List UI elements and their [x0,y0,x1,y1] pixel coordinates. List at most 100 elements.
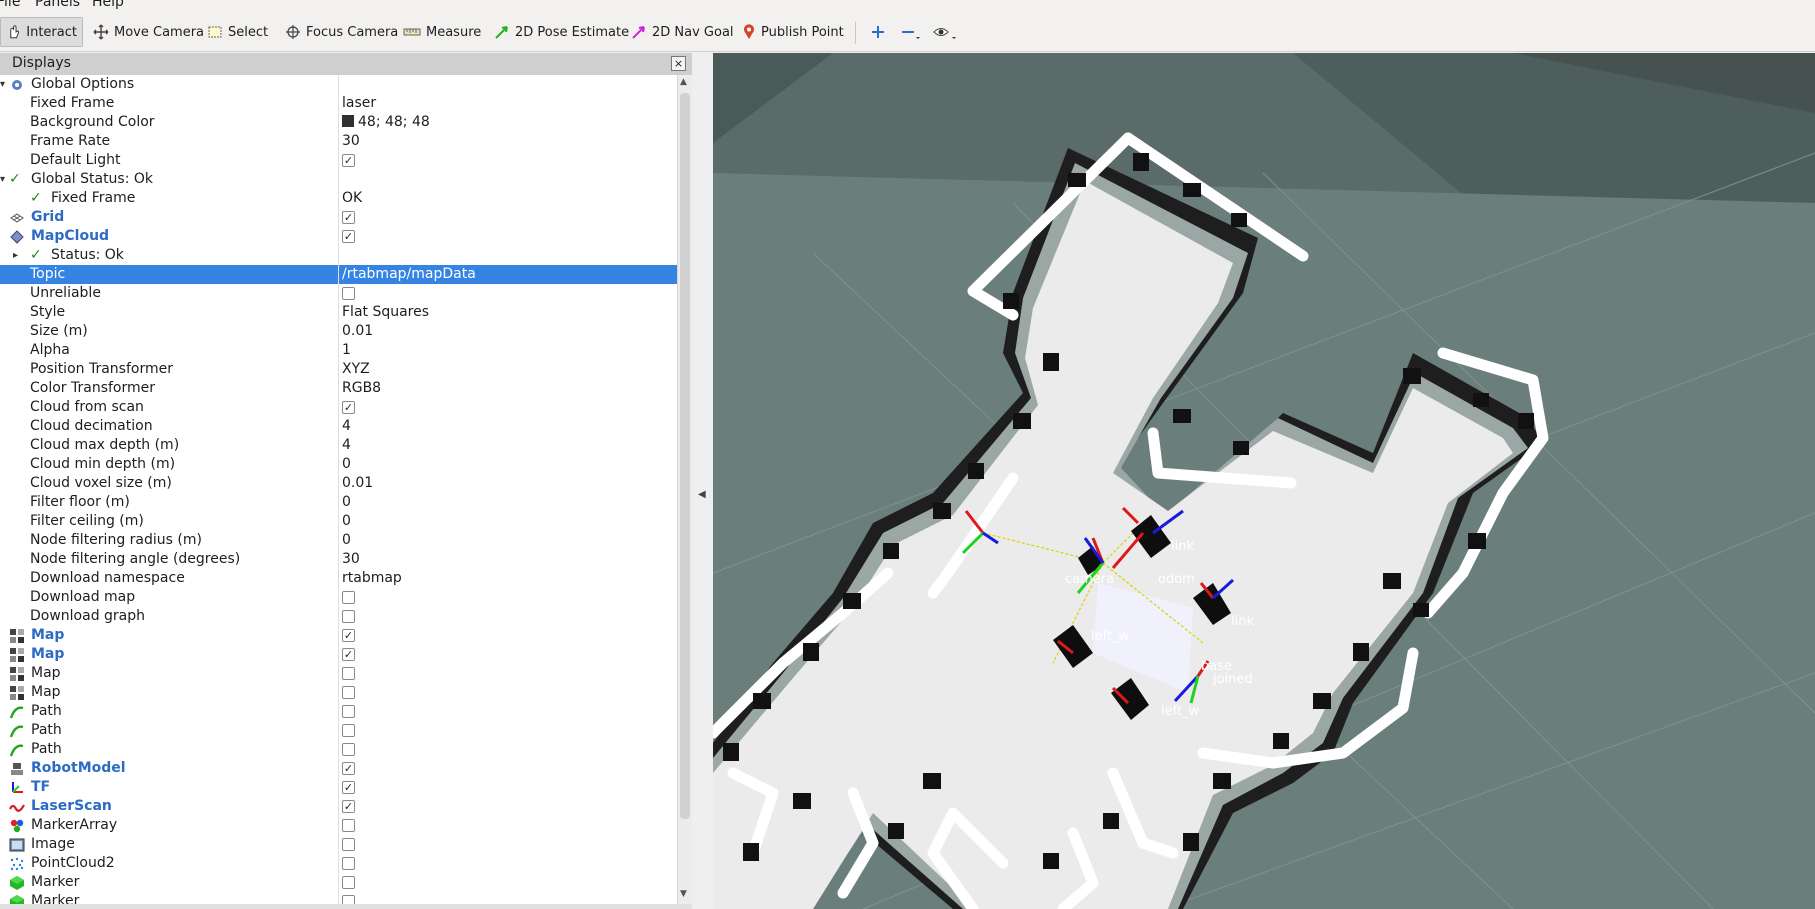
display-row-value-text: 4 [342,418,351,434]
map-pin-icon [744,24,754,39]
display-row-label: Cloud from scan [30,399,144,415]
display-row-value[interactable]: 0 [342,512,351,531]
display-row-label: Background Color [30,114,155,130]
toolbar-separator [855,22,856,44]
display-checkbox[interactable] [342,743,355,756]
move-camera-tool-button[interactable]: Move Camera [88,17,209,47]
display-row-label: Style [30,304,66,320]
display-row-value[interactable]: 4 [342,436,351,455]
marker-icon [9,894,25,904]
color-swatch[interactable] [342,115,354,127]
nav-goal-tool-button[interactable]: 2D Nav Goal [626,17,739,47]
display-checkbox[interactable] [342,686,355,699]
display-row-value[interactable]: Flat Squares [342,303,429,322]
focus-camera-label: Focus Camera [306,24,399,40]
status-ok-icon: ✓ [9,171,21,187]
display-row-value[interactable]: rtabmap [342,569,402,588]
select-box-icon [208,26,222,38]
displays-scrollbar[interactable]: ▲ ▼ [677,75,692,904]
display-row-label: Global Options [31,76,135,92]
display-row-label: Node filtering radius (m) [30,532,202,548]
panel-splitter[interactable]: ◀ [692,53,713,909]
display-row-label: Download graph [30,608,146,624]
display-row-value-text: Flat Squares [342,304,430,320]
column-separator[interactable] [338,75,339,904]
remove-tool-button[interactable] [895,17,927,47]
display-row-value[interactable]: RGB8 [342,379,381,398]
display-row-value[interactable]: OK [342,189,362,208]
display-row-label: MarkerArray [31,817,118,833]
ruler-icon [403,28,421,36]
display-checkbox[interactable] [342,724,355,737]
move-camera-label: Move Camera [114,24,205,40]
display-row-value[interactable]: 30 [342,550,360,569]
display-row-value[interactable]: XYZ [342,360,370,379]
display-checkbox[interactable]: ✓ [342,800,355,813]
hand-pointer-icon [10,25,19,39]
display-checkbox[interactable]: ✓ [342,648,355,661]
view-options-button[interactable] [928,17,964,47]
expand-arrow-icon[interactable]: ▾ [0,170,5,189]
display-checkbox[interactable] [342,819,355,832]
collapse-arrow-icon[interactable]: ▸ [13,246,18,265]
pose-estimate-tool-button[interactable]: 2D Pose Estimate [489,17,634,47]
display-checkbox[interactable] [342,591,355,604]
measure-tool-button[interactable]: Measure [398,17,486,47]
display-checkbox[interactable]: ✓ [342,401,355,414]
display-checkbox[interactable] [342,895,355,904]
display-row-value-text: XYZ [342,361,370,377]
display-checkbox[interactable]: ✓ [342,762,355,775]
add-tool-button[interactable] [865,17,891,47]
select-tool-button[interactable]: Select [202,17,273,47]
display-checkbox[interactable]: ✓ [342,154,355,167]
display-checkbox[interactable] [342,610,355,623]
display-row-value[interactable]: 0.01 [342,474,373,493]
interact-tool-button[interactable]: Interact [0,17,83,47]
display-checkbox[interactable]: ✓ [342,781,355,794]
display-row-value[interactable]: 0 [342,493,351,512]
map-icon [9,666,25,682]
scroll-up-icon[interactable]: ▲ [680,77,687,87]
display-row-label: Filter ceiling (m) [30,513,144,529]
display-checkbox[interactable]: ✓ [342,629,355,642]
display-row-value[interactable]: /rtabmap/mapData [342,265,476,284]
display-row-value[interactable]: 30 [342,132,360,151]
menu-file[interactable]: File [0,0,20,10]
mapcloud-icon [9,229,25,245]
frame-label-camera: camera [1065,572,1114,587]
robot-model-icon [9,761,25,777]
nav-goal-label: 2D Nav Goal [652,24,734,40]
display-row-value[interactable]: 0 [342,455,351,474]
display-row-value[interactable]: 4 [342,417,351,436]
display-row-label: Filter floor (m) [30,494,130,510]
display-row-label: Alpha [30,342,70,358]
scrollbar-thumb[interactable] [680,93,690,819]
display-checkbox[interactable] [342,857,355,870]
display-row-label: Map [31,684,61,700]
display-row-label: Position Transformer [30,361,173,377]
map-icon [9,647,25,663]
display-checkbox[interactable] [342,838,355,851]
display-row-value[interactable]: 1 [342,341,351,360]
display-checkbox[interactable] [342,287,355,300]
publish-point-tool-button[interactable]: Publish Point [737,17,849,47]
menu-panels[interactable]: Panels [35,0,80,10]
focus-camera-tool-button[interactable]: Focus Camera [280,17,403,47]
scroll-down-icon[interactable]: ▼ [680,889,687,899]
display-row-value[interactable]: 0.01 [342,322,373,341]
display-row-value[interactable]: 0 [342,531,351,550]
display-checkbox[interactable]: ✓ [342,211,355,224]
display-row-label: Path [31,703,62,719]
display-checkbox[interactable] [342,667,355,680]
collapse-arrow-icon[interactable]: ◀ [698,489,706,500]
display-row-value[interactable]: laser [342,94,376,113]
display-checkbox[interactable] [342,705,355,718]
display-row-value[interactable]: 48; 48; 48 [342,113,430,132]
horizontal-scrollbar[interactable] [0,904,692,909]
display-checkbox[interactable]: ✓ [342,230,355,243]
close-icon[interactable]: × [671,56,686,71]
expand-arrow-icon[interactable]: ▾ [0,75,5,94]
display-checkbox[interactable] [342,876,355,889]
menu-help[interactable]: Help [92,0,124,10]
render-viewport[interactable]: camera odom link link left_w left_w base… [713,53,1815,909]
